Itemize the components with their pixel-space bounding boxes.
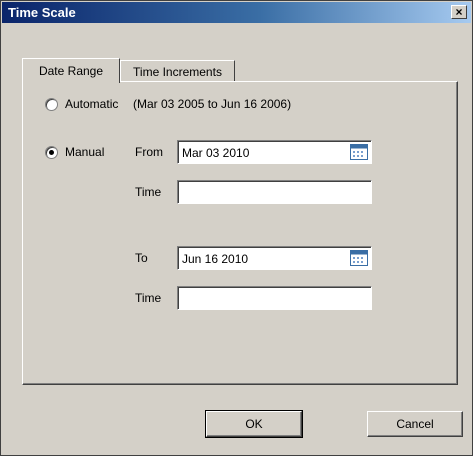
close-button[interactable]: ×: [451, 5, 467, 19]
calendar-icon[interactable]: [350, 250, 368, 266]
cancel-button-label: Cancel: [396, 417, 434, 431]
close-icon: ×: [455, 5, 463, 19]
tab-label: Date Range: [38, 64, 104, 78]
tab-time-increments[interactable]: Time Increments: [120, 60, 235, 82]
manual-label[interactable]: Manual: [65, 145, 104, 159]
ok-button[interactable]: OK: [205, 410, 303, 438]
window-title: Time Scale: [8, 5, 76, 20]
from-date-value: Mar 03 2010: [182, 146, 250, 160]
manual-radio[interactable]: [45, 146, 58, 159]
from-time-label: Time: [135, 185, 162, 199]
to-label: To: [135, 251, 148, 265]
to-date-value: Jun 16 2010: [182, 252, 249, 266]
automatic-radio[interactable]: [45, 98, 58, 111]
from-date-field[interactable]: Mar 03 2010: [177, 140, 372, 164]
from-time-field[interactable]: [177, 180, 372, 204]
radio-selected-dot: [49, 150, 54, 155]
from-label: From: [135, 145, 163, 159]
title-bar[interactable]: Time Scale ×: [2, 2, 471, 23]
date-range-panel: [22, 81, 458, 385]
tab-date-range[interactable]: Date Range: [22, 58, 120, 83]
automatic-label[interactable]: Automatic: [65, 97, 118, 111]
ok-button-label: OK: [245, 417, 263, 431]
to-time-label: Time: [135, 291, 162, 305]
tab-label: Time Increments: [133, 64, 222, 79]
time-scale-dialog: Time Scale × Date Range Time Increments …: [0, 0, 473, 456]
to-date-field[interactable]: Jun 16 2010: [177, 246, 372, 270]
to-time-field[interactable]: [177, 286, 372, 310]
automatic-range-text: (Mar 03 2005 to Jun 16 2006): [133, 97, 292, 111]
calendar-icon[interactable]: [350, 144, 368, 160]
cancel-button[interactable]: Cancel: [367, 411, 463, 437]
